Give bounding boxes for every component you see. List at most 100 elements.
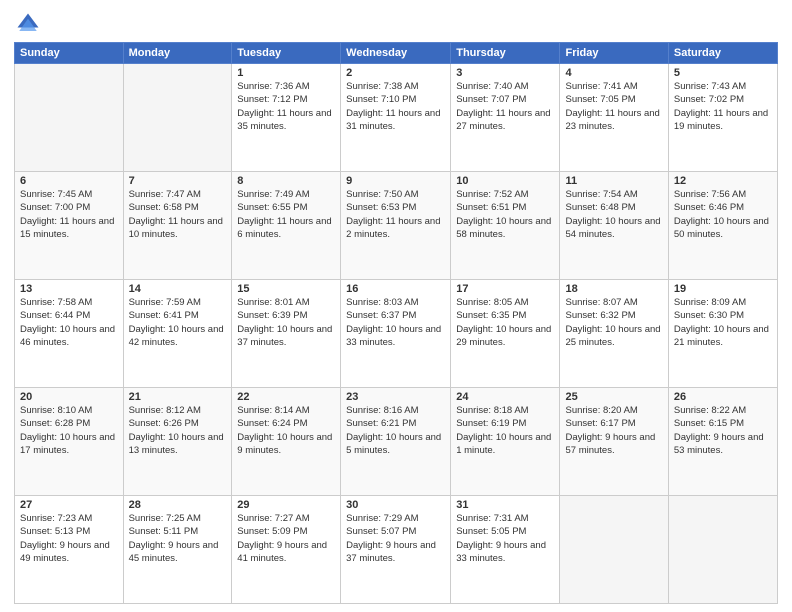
week-row-3: 13Sunrise: 7:58 AMSunset: 6:44 PMDayligh…: [15, 280, 778, 388]
day-info: Sunrise: 7:38 AM Sunset: 7:10 PM Daylight:…: [346, 80, 445, 133]
day-number: 22: [237, 391, 335, 403]
sunrise-text: Sunrise: 8:03 AM: [346, 297, 418, 308]
calendar-cell: 22Sunrise: 8:14 AMSunset: 6:24 PMDayligh…: [232, 388, 341, 496]
daylight-text: Daylight: 10 hours and 9 minutes.: [237, 432, 332, 456]
day-info: Sunrise: 7:58 AMSunset: 6:44 PMDaylight:…: [20, 296, 118, 349]
calendar-body: 1 Sunrise: 7:36 AM Sunset: 7:12 PM Daylight…: [15, 64, 778, 604]
calendar-cell: 30Sunrise: 7:29 AMSunset: 5:07 PMDayligh…: [341, 496, 451, 604]
day-number: 30: [346, 499, 445, 511]
day-info: Sunrise: 8:12 AMSunset: 6:26 PMDaylight:…: [129, 404, 227, 457]
daylight-text: Daylight: 10 hours and 50 minutes.: [674, 216, 769, 240]
sunset-text: Sunset: 7:12 PM: [237, 94, 307, 105]
calendar-cell: 31Sunrise: 7:31 AMSunset: 5:05 PMDayligh…: [451, 496, 560, 604]
calendar-cell: [668, 496, 777, 604]
calendar-cell: [560, 496, 668, 604]
week-row-2: 6Sunrise: 7:45 AMSunset: 7:00 PMDaylight…: [15, 172, 778, 280]
sunset-text: Sunset: 6:17 PM: [565, 418, 635, 429]
daylight-text: Daylight: 10 hours and 13 minutes.: [129, 432, 224, 456]
day-info: Sunrise: 7:29 AMSunset: 5:07 PMDaylight:…: [346, 512, 445, 565]
sunrise-text: Sunrise: 7:49 AM: [237, 189, 309, 200]
sunset-text: Sunset: 7:02 PM: [674, 94, 744, 105]
sunrise-text: Sunrise: 8:05 AM: [456, 297, 528, 308]
calendar-cell: 26Sunrise: 8:22 AMSunset: 6:15 PMDayligh…: [668, 388, 777, 496]
calendar-cell: 11Sunrise: 7:54 AMSunset: 6:48 PMDayligh…: [560, 172, 668, 280]
daylight-text: Daylight: 10 hours and 17 minutes.: [20, 432, 115, 456]
sunset-text: Sunset: 6:21 PM: [346, 418, 416, 429]
calendar-cell: 15Sunrise: 8:01 AMSunset: 6:39 PMDayligh…: [232, 280, 341, 388]
sunset-text: Sunset: 6:28 PM: [20, 418, 90, 429]
header: [14, 10, 778, 38]
calendar-cell: [15, 64, 124, 172]
day-info: Sunrise: 7:47 AMSunset: 6:58 PMDaylight:…: [129, 188, 227, 241]
day-number: 25: [565, 391, 662, 403]
daylight-text: Daylight: 11 hours and 15 minutes.: [20, 216, 114, 240]
sunrise-text: Sunrise: 8:01 AM: [237, 297, 309, 308]
day-info: Sunrise: 8:10 AM Sunset: 6:28 PM Daylight:…: [20, 404, 118, 457]
sunrise-text: Sunrise: 7:58 AM: [20, 297, 92, 308]
day-number: 27: [20, 499, 118, 511]
daylight-text: Daylight: 9 hours and 53 minutes.: [674, 432, 764, 456]
sunset-text: Sunset: 6:53 PM: [346, 202, 416, 213]
sunset-text: Sunset: 5:13 PM: [20, 526, 90, 537]
sunset-text: Sunset: 6:37 PM: [346, 310, 416, 321]
calendar-cell: 24Sunrise: 8:18 AMSunset: 6:19 PMDayligh…: [451, 388, 560, 496]
sunrise-text: Sunrise: 7:59 AM: [129, 297, 201, 308]
sunrise-text: Sunrise: 7:47 AM: [129, 189, 201, 200]
daylight-text: Daylight: 11 hours and 2 minutes.: [346, 216, 440, 240]
day-number: 18: [565, 283, 662, 295]
sunrise-text: Sunrise: 7:36 AM: [237, 81, 309, 92]
calendar-cell: 1 Sunrise: 7:36 AM Sunset: 7:12 PM Daylight…: [232, 64, 341, 172]
sunset-text: Sunset: 7:10 PM: [346, 94, 416, 105]
day-number: 19: [674, 283, 772, 295]
daylight-text: Daylight: 11 hours and 31 minutes.: [346, 108, 440, 132]
day-info: Sunrise: 8:20 AMSunset: 6:17 PMDaylight:…: [565, 404, 662, 457]
header-cell-thursday: Thursday: [451, 43, 560, 64]
day-info: Sunrise: 7:49 AMSunset: 6:55 PMDaylight:…: [237, 188, 335, 241]
sunset-text: Sunset: 6:30 PM: [674, 310, 744, 321]
sunset-text: Sunset: 5:09 PM: [237, 526, 307, 537]
day-info: Sunrise: 7:36 AM Sunset: 7:12 PM Daylight:…: [237, 80, 335, 133]
day-number: 3: [456, 67, 554, 79]
daylight-text: Daylight: 10 hours and 29 minutes.: [456, 324, 551, 348]
day-number: 29: [237, 499, 335, 511]
day-info: Sunrise: 8:18 AMSunset: 6:19 PMDaylight:…: [456, 404, 554, 457]
sunrise-text: Sunrise: 8:07 AM: [565, 297, 637, 308]
day-number: 26: [674, 391, 772, 403]
sunset-text: Sunset: 7:07 PM: [456, 94, 526, 105]
daylight-text: Daylight: 9 hours and 57 minutes.: [565, 432, 655, 456]
header-cell-monday: Monday: [123, 43, 232, 64]
sunrise-text: Sunrise: 7:52 AM: [456, 189, 528, 200]
daylight-text: Daylight: 9 hours and 41 minutes.: [237, 540, 327, 564]
daylight-text: Daylight: 10 hours and 58 minutes.: [456, 216, 551, 240]
day-info: Sunrise: 8:14 AMSunset: 6:24 PMDaylight:…: [237, 404, 335, 457]
sunrise-text: Sunrise: 8:14 AM: [237, 405, 309, 416]
sunrise-text: Sunrise: 7:56 AM: [674, 189, 746, 200]
header-row: SundayMondayTuesdayWednesdayThursdayFrid…: [15, 43, 778, 64]
sunset-text: Sunset: 6:15 PM: [674, 418, 744, 429]
sunrise-text: Sunrise: 8:10 AM: [20, 405, 92, 416]
calendar-cell: 27Sunrise: 7:23 AMSunset: 5:13 PMDayligh…: [15, 496, 124, 604]
daylight-text: Daylight: 10 hours and 5 minutes.: [346, 432, 441, 456]
daylight-text: Daylight: 10 hours and 42 minutes.: [129, 324, 224, 348]
sunset-text: Sunset: 6:26 PM: [129, 418, 199, 429]
sunrise-text: Sunrise: 7:38 AM: [346, 81, 418, 92]
daylight-text: Daylight: 11 hours and 27 minutes.: [456, 108, 550, 132]
sunset-text: Sunset: 6:41 PM: [129, 310, 199, 321]
sunrise-text: Sunrise: 7:31 AM: [456, 513, 528, 524]
daylight-text: Daylight: 11 hours and 35 minutes.: [237, 108, 331, 132]
header-cell-tuesday: Tuesday: [232, 43, 341, 64]
day-number: 17: [456, 283, 554, 295]
day-info: Sunrise: 7:59 AM Sunset: 6:41 PM Daylight:…: [129, 296, 227, 349]
sunset-text: Sunset: 6:35 PM: [456, 310, 526, 321]
sunrise-text: Sunrise: 7:43 AM: [674, 81, 746, 92]
sunset-text: Sunset: 5:07 PM: [346, 526, 416, 537]
calendar-cell: 20Sunrise: 8:10 AMSunset: 6:28 PMDayligh…: [15, 388, 124, 496]
sunrise-text: Sunrise: 7:54 AM: [565, 189, 637, 200]
calendar-cell: 9Sunrise: 7:50 AMSunset: 6:53 PMDaylight…: [341, 172, 451, 280]
day-number: 14: [129, 283, 227, 295]
header-cell-saturday: Saturday: [668, 43, 777, 64]
week-row-4: 20Sunrise: 8:10 AMSunset: 6:28 PMDayligh…: [15, 388, 778, 496]
day-number: 1: [237, 67, 335, 79]
sunset-text: Sunset: 6:58 PM: [129, 202, 199, 213]
day-number: 13: [20, 283, 118, 295]
